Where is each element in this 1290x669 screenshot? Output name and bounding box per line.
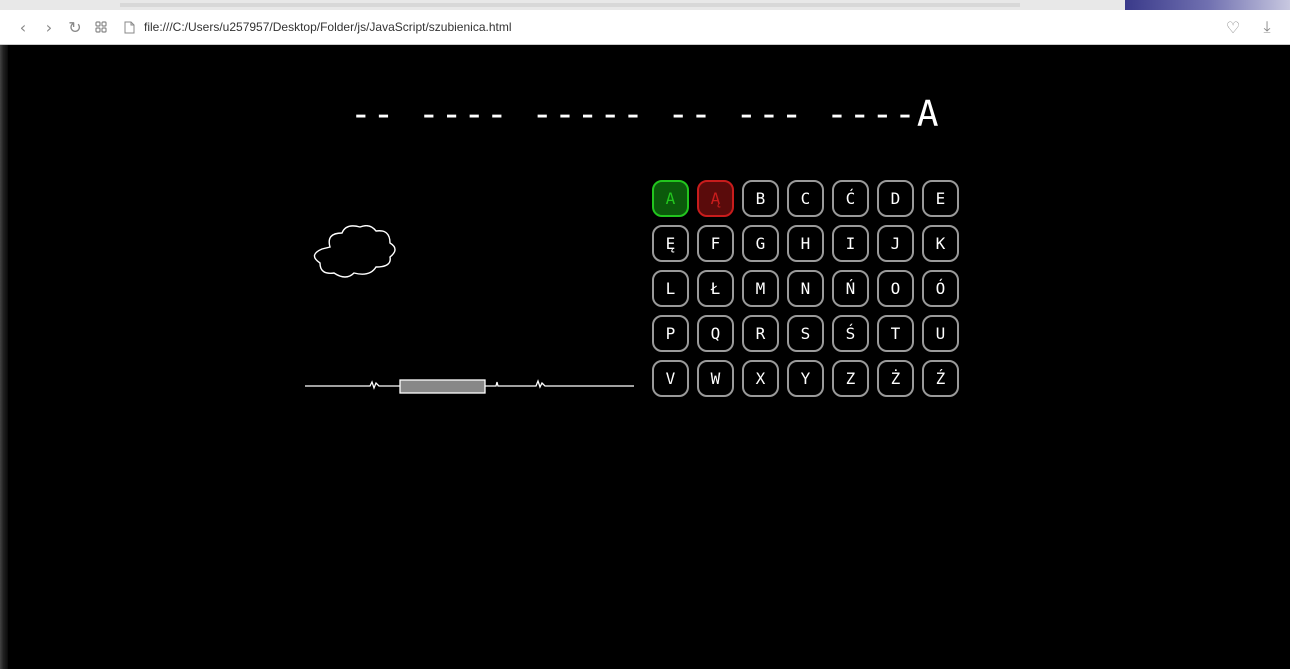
letter-keyboard: AĄBCĆDE ĘFGHIJK LŁMNŃOÓ PQRSŚTU VWXYZŻŹ — [652, 180, 962, 397]
letter-key[interactable]: A — [652, 180, 689, 217]
letter-key[interactable]: Ć — [832, 180, 869, 217]
letter-key[interactable]: D — [877, 180, 914, 217]
browser-toolbar: ‹ › ↻ file:///C:/Users/u257957/Desktop/F… — [0, 10, 1290, 45]
extension-area — [1125, 0, 1290, 10]
letter-key[interactable]: H — [787, 225, 824, 262]
letter-key[interactable]: N — [787, 270, 824, 307]
letter-key[interactable]: V — [652, 360, 689, 397]
letter-key[interactable]: B — [742, 180, 779, 217]
letter-key[interactable]: Ź — [922, 360, 959, 397]
back-arrow-icon[interactable]: ‹ — [10, 14, 36, 40]
letter-key[interactable]: F — [697, 225, 734, 262]
letter-key[interactable]: Ń — [832, 270, 869, 307]
address-bar[interactable]: file:///C:/Users/u257957/Desktop/Folder/… — [122, 14, 1220, 40]
apps-grid-icon[interactable] — [88, 14, 114, 40]
letter-key[interactable]: L — [652, 270, 689, 307]
letter-key[interactable]: U — [922, 315, 959, 352]
letter-key[interactable]: O — [877, 270, 914, 307]
letter-key[interactable]: R — [742, 315, 779, 352]
reload-icon[interactable]: ↻ — [62, 14, 88, 40]
letter-key[interactable]: Ś — [832, 315, 869, 352]
letter-key[interactable]: J — [877, 225, 914, 262]
tab-bar — [120, 3, 1020, 7]
hangman-scene — [305, 225, 634, 394]
letter-key[interactable]: T — [877, 315, 914, 352]
letter-key[interactable]: E — [922, 180, 959, 217]
letter-key[interactable]: Ó — [922, 270, 959, 307]
letter-key[interactable]: P — [652, 315, 689, 352]
letter-key[interactable]: Q — [697, 315, 734, 352]
window-edge — [0, 45, 8, 669]
letter-key[interactable]: X — [742, 360, 779, 397]
letter-key[interactable]: M — [742, 270, 779, 307]
letter-key[interactable]: C — [787, 180, 824, 217]
letter-key[interactable]: Z — [832, 360, 869, 397]
letter-key[interactable]: K — [922, 225, 959, 262]
cloud-icon — [313, 225, 396, 278]
letter-key[interactable]: I — [832, 225, 869, 262]
ground-line — [305, 379, 634, 394]
letter-key[interactable]: G — [742, 225, 779, 262]
letter-key[interactable]: Ą — [697, 180, 734, 217]
heart-icon[interactable]: ♡ — [1220, 14, 1246, 40]
url-text: file:///C:/Users/u257957/Desktop/Folder/… — [144, 20, 512, 34]
forward-arrow-icon[interactable]: › — [36, 14, 62, 40]
letter-key[interactable]: W — [697, 360, 734, 397]
letter-key[interactable]: Y — [787, 360, 824, 397]
letter-key[interactable]: Ż — [877, 360, 914, 397]
letter-key[interactable]: Ę — [652, 225, 689, 262]
letter-key[interactable]: S — [787, 315, 824, 352]
download-icon[interactable]: ⤓ — [1254, 14, 1280, 40]
page-icon — [122, 20, 136, 34]
hidden-phrase: -- ---- ----- -- --- ----A — [350, 94, 940, 135]
browser-tab-strip — [0, 0, 1290, 10]
letter-key[interactable]: Ł — [697, 270, 734, 307]
